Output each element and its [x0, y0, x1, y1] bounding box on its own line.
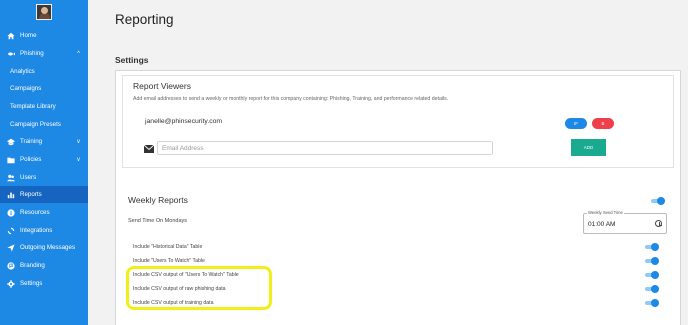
sidebar-subitem-template-library[interactable]: Template Library: [10, 98, 56, 115]
settings-heading: Settings: [115, 55, 149, 65]
email-input[interactable]: [157, 141, 493, 155]
sidebar-item-label: Resources: [20, 209, 50, 216]
viewer-remove-button[interactable]: B: [592, 118, 614, 129]
clock-icon[interactable]: [655, 220, 662, 227]
sidebar-subitem-analytics[interactable]: Analytics: [10, 63, 35, 80]
sidebar-item-label: Branding: [20, 262, 45, 269]
mortarboard-icon: [6, 137, 16, 147]
send-time-label: Send Time On Mondays: [128, 218, 188, 224]
viewer-if-button[interactable]: IF: [565, 118, 587, 129]
avatar-container: [0, 0, 88, 24]
option-users-to-watch-label: Include "Users To Watch" Table: [133, 258, 205, 264]
option-csv-phishing-toggle[interactable]: [645, 285, 659, 293]
option-csv-training-toggle[interactable]: [645, 299, 659, 307]
sidebar-item-label: Settings: [20, 280, 43, 287]
sidebar-item-phishing[interactable]: Phishing ^: [0, 45, 88, 62]
home-icon: [6, 31, 16, 41]
option-historical-data-toggle[interactable]: [645, 243, 659, 251]
sidebar-item-label: Outgoing Messages: [20, 244, 76, 251]
sync-icon: [6, 226, 16, 236]
report-viewers-description: Add email addresses to send a weekly or …: [133, 96, 449, 102]
highlight-annotation: [126, 266, 272, 310]
sidebar-item-settings[interactable]: Settings: [0, 275, 88, 292]
sidebar-item-outgoing-messages[interactable]: Outgoing Messages: [0, 239, 88, 256]
viewer-email: janelle@phinsecurity.com: [145, 118, 223, 125]
chart-icon: [6, 190, 16, 200]
sidebar-item-integrations[interactable]: Integrations: [0, 222, 88, 239]
page-title: Reporting: [115, 12, 174, 27]
gear-icon: [6, 279, 16, 289]
sidebar-item-label: Training: [20, 138, 43, 145]
option-users-to-watch-toggle[interactable]: [645, 257, 659, 265]
envelope-icon: [144, 145, 154, 153]
sidebar-item-label: Users: [20, 174, 37, 181]
report-viewers-title: Report Viewers: [133, 81, 191, 91]
send-icon: [6, 243, 16, 253]
sidebar-subitem-campaigns[interactable]: Campaigns: [10, 80, 41, 97]
sidebar-item-label: Home: [20, 32, 37, 39]
users-icon: [6, 173, 16, 183]
sidebar-item-training[interactable]: Training v: [0, 133, 88, 150]
chevron-down-icon: v: [77, 156, 80, 163]
sidebar: Home Phishing ^ Analytics Campaigns Temp…: [0, 0, 88, 325]
add-email-button[interactable]: ADD: [571, 139, 606, 156]
weekly-reports-title: Weekly Reports: [128, 195, 188, 205]
weekly-reports-toggle[interactable]: [651, 197, 665, 205]
weekly-send-time-value[interactable]: 01:00 AM: [588, 221, 615, 228]
sidebar-item-label: Integrations: [20, 227, 53, 234]
weekly-send-time-label: Weekly Send Time: [587, 210, 624, 215]
sidebar-item-home[interactable]: Home: [0, 27, 88, 44]
sidebar-item-policies[interactable]: Policies v: [0, 151, 88, 168]
option-historical-data-label: Include "Historical Data" Table: [133, 244, 203, 250]
sidebar-item-resources[interactable]: Resources: [0, 204, 88, 221]
option-csv-users-to-watch-toggle[interactable]: [645, 271, 659, 279]
sidebar-item-label: Reports: [20, 191, 42, 198]
sidebar-item-reports[interactable]: Reports: [0, 186, 88, 203]
folder-icon: [6, 155, 16, 165]
sidebar-item-branding[interactable]: Branding: [0, 257, 88, 274]
sidebar-item-label: Policies: [20, 156, 42, 163]
avatar[interactable]: [36, 4, 52, 20]
fish-icon: [6, 49, 16, 59]
chevron-down-icon: v: [77, 138, 80, 145]
chevron-up-icon: ^: [77, 50, 80, 57]
sidebar-item-users[interactable]: Users: [0, 169, 88, 186]
sidebar-item-label: Phishing: [20, 50, 44, 57]
info-icon: [6, 208, 16, 218]
sidebar-subitem-campaign-presets[interactable]: Campaign Presets: [10, 116, 61, 133]
flag-icon: [6, 261, 16, 271]
